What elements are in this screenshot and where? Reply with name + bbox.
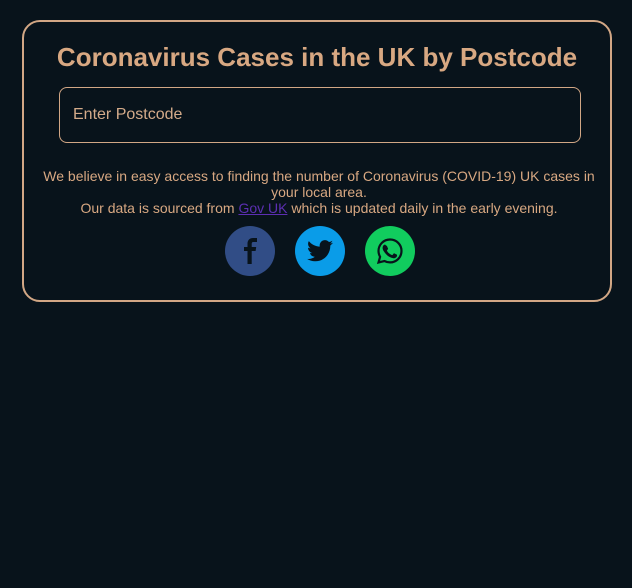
description-intro: We believe in easy access to finding the…: [43, 168, 595, 200]
description-source: Our data is sourced from Gov UK which is…: [38, 200, 600, 216]
postcode-input[interactable]: [59, 87, 581, 143]
whatsapp-share-button[interactable]: [365, 226, 415, 276]
twitter-icon: [307, 240, 333, 262]
description: We believe in easy access to finding the…: [38, 168, 600, 216]
gov-uk-link[interactable]: Gov UK: [238, 200, 287, 216]
twitter-share-button[interactable]: [295, 226, 345, 276]
search-card: Coronavirus Cases in the UK by Postcode …: [22, 20, 612, 302]
whatsapp-icon: [376, 238, 403, 265]
source-text-after: which is updated daily in the early even…: [287, 200, 558, 216]
page-title: Coronavirus Cases in the UK by Postcode: [56, 42, 578, 72]
facebook-icon: [244, 238, 257, 264]
facebook-share-button[interactable]: [225, 226, 275, 276]
source-text-before: Our data is sourced from: [80, 200, 239, 216]
